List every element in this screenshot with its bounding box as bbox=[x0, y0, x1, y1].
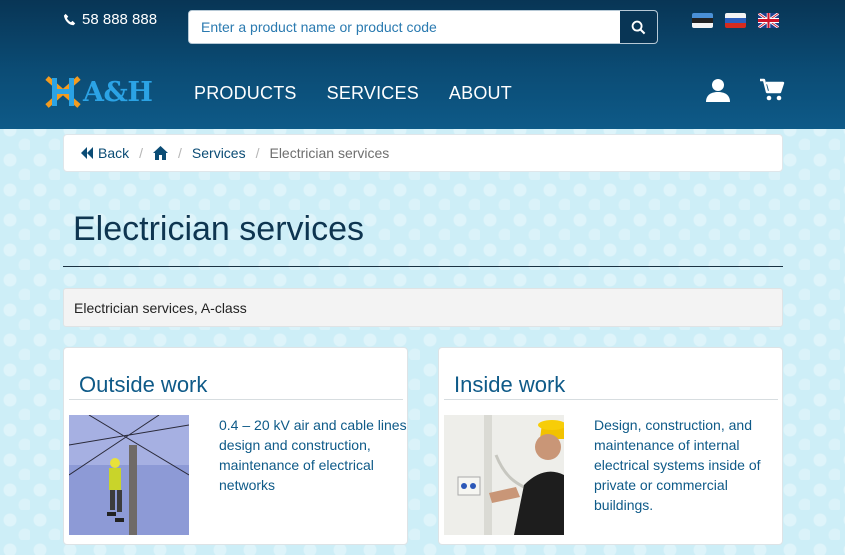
nav-products[interactable]: PRODUCTS bbox=[194, 83, 297, 104]
home-icon[interactable] bbox=[153, 146, 169, 160]
user-icon[interactable] bbox=[705, 77, 731, 108]
search-bar bbox=[188, 10, 658, 44]
breadcrumb-separator: / bbox=[139, 145, 144, 161]
breadcrumb-separator: / bbox=[255, 145, 260, 161]
nav-about[interactable]: ABOUT bbox=[449, 83, 512, 104]
card-description: 0.4 – 20 kV air and cable lines design a… bbox=[219, 417, 407, 493]
service-card-inside[interactable]: Inside work Design, construction, and ma… bbox=[438, 347, 783, 545]
category-notice: Electrician services, A-class bbox=[63, 288, 783, 327]
phone-contact[interactable]: 58 888 888 bbox=[63, 11, 157, 28]
main-nav: PRODUCTS SERVICES ABOUT bbox=[194, 83, 512, 104]
phone-number: 58 888 888 bbox=[82, 11, 158, 28]
nav-services[interactable]: SERVICES bbox=[327, 83, 419, 104]
notice-text: Electrician services, A-class bbox=[74, 299, 247, 316]
russian-flag-icon[interactable] bbox=[725, 13, 746, 28]
card-title[interactable]: Inside work bbox=[454, 372, 565, 398]
title-divider bbox=[63, 266, 783, 267]
uk-flag-icon[interactable] bbox=[758, 13, 779, 28]
card-description: Design, construction, and maintenance of… bbox=[594, 417, 761, 513]
breadcrumb: Back / / Services / Electrician services bbox=[63, 134, 783, 172]
service-card-outside[interactable]: Outside work 0.4 – 20 kV air and cable l… bbox=[63, 347, 408, 545]
inside-work-image[interactable] bbox=[444, 415, 564, 535]
outside-work-image[interactable] bbox=[69, 415, 189, 535]
phone-icon bbox=[63, 13, 76, 25]
back-arrow-icon bbox=[81, 147, 93, 159]
breadcrumb-current: Electrician services bbox=[269, 145, 390, 161]
page-title: Electrician services bbox=[73, 210, 364, 248]
logo-mark-icon bbox=[45, 76, 81, 108]
search-input[interactable] bbox=[189, 11, 619, 43]
breadcrumb-services[interactable]: Services bbox=[192, 145, 246, 161]
search-button[interactable] bbox=[619, 11, 657, 43]
site-logo[interactable]: A&H bbox=[45, 76, 153, 108]
card-title[interactable]: Outside work bbox=[79, 372, 207, 398]
back-link[interactable]: Back bbox=[80, 145, 129, 161]
logo-text: A&H bbox=[83, 76, 153, 108]
cart-icon[interactable] bbox=[759, 78, 785, 107]
back-label: Back bbox=[98, 145, 130, 161]
language-switcher bbox=[692, 13, 779, 28]
estonian-flag-icon[interactable] bbox=[692, 13, 713, 28]
card-divider bbox=[444, 399, 778, 400]
breadcrumb-separator: / bbox=[178, 145, 182, 161]
search-icon bbox=[631, 20, 646, 34]
site-header: 58 888 888 Enter a product name or produ… bbox=[0, 0, 845, 129]
card-divider bbox=[69, 399, 403, 400]
